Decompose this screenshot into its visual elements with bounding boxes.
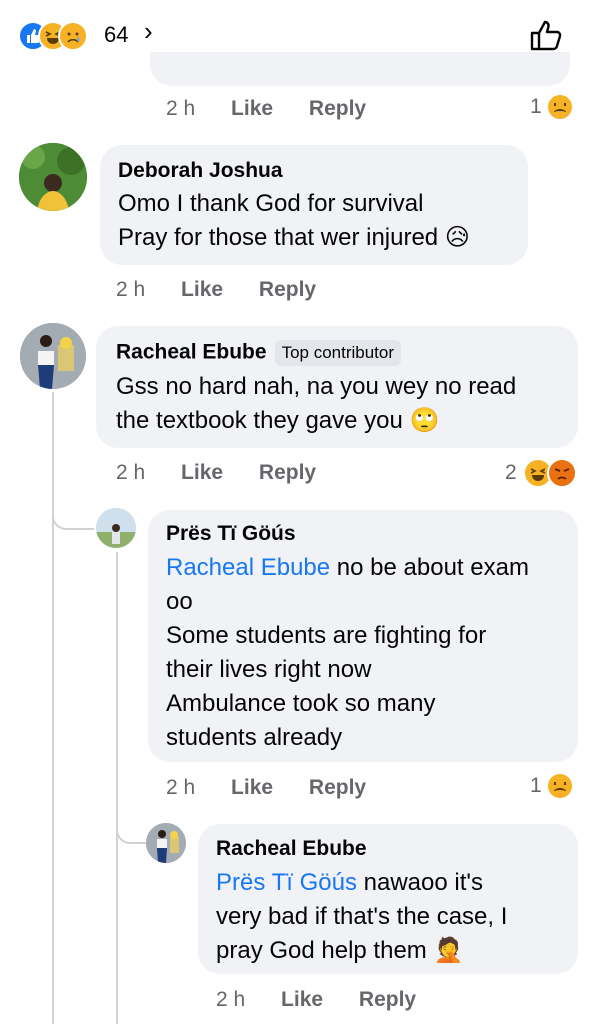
comment-line: Pray for those that wer injured 😥	[118, 224, 470, 251]
comment-time: 2 h	[116, 461, 146, 484]
comment-line: Some students are fighting for	[166, 622, 487, 649]
comment-line: the textbook they gave you 🙄	[116, 407, 440, 434]
comment-actions: 2 h Like Reply	[166, 776, 396, 800]
comment-reaction-summary[interactable]: 1	[530, 95, 572, 120]
sad-reaction-icon	[547, 95, 572, 120]
mention-link[interactable]: Prës Tï Göús	[216, 869, 357, 896]
like-button[interactable]: Like	[231, 776, 273, 799]
comment-line: no be about exam	[330, 554, 529, 581]
reply-button[interactable]: Reply	[359, 988, 416, 1011]
comment-actions: 2 h Like Reply	[116, 278, 346, 302]
avatar[interactable]	[146, 823, 186, 863]
comment-line: pray God help them 🤦	[216, 937, 464, 964]
reaction-icons[interactable]	[18, 21, 104, 51]
comment-time: 2 h	[166, 97, 196, 120]
reply-button[interactable]: Reply	[259, 278, 316, 301]
thread-line	[116, 552, 118, 1024]
comment-author[interactable]: Prës Tï Göús	[166, 522, 296, 546]
comment-line: students already	[166, 724, 343, 751]
comment-line: Omo I thank God for survival	[118, 190, 424, 217]
reaction-count: 1	[530, 774, 542, 797]
comment-first-line: Prës Tï Göús nawaoo it's	[216, 866, 507, 900]
comment-author[interactable]: Racheal Ebube	[116, 341, 267, 364]
comment-text: Racheal Ebube no be about exam oo Some s…	[166, 551, 529, 755]
reply-button[interactable]: Reply	[259, 461, 316, 484]
avatar[interactable]	[20, 323, 86, 389]
comment-text: Prës Tï Göús nawaoo it's very bad if tha…	[216, 866, 507, 968]
reply-connector	[52, 500, 94, 530]
comment-time: 2 h	[216, 988, 246, 1011]
mention-link[interactable]: Racheal Ebube	[166, 554, 330, 581]
top-contributor-badge: Top contributor	[274, 340, 402, 366]
reaction-count: 2	[505, 461, 517, 484]
like-button[interactable]: Like	[231, 97, 273, 120]
comment-line: nawaoo it's	[356, 869, 483, 896]
comment-actions: 2 h Like Reply	[116, 461, 346, 485]
chevron-right-icon[interactable]: ›	[144, 16, 153, 47]
comment-author-row: Racheal Ebube Top contributor	[116, 340, 402, 366]
comment-time: 2 h	[166, 776, 196, 799]
comment-line: oo	[166, 588, 193, 615]
reaction-count: 1	[530, 95, 542, 118]
comment-line: very bad if that's the case, I	[216, 903, 508, 930]
reply-connector	[116, 810, 148, 844]
previous-comment-bubble	[150, 52, 570, 86]
comment-author[interactable]: Racheal Ebube	[216, 837, 367, 861]
comment-bubble: Racheal Ebube Top contributor Gss no hard…	[96, 326, 578, 448]
comment-text: Gss no hard nah, na you wey no read the …	[116, 370, 516, 438]
comment-reaction-summary[interactable]: 1	[530, 774, 572, 799]
comment-first-line: Racheal Ebube no be about exam	[166, 551, 529, 585]
reply-button[interactable]: Reply	[309, 97, 366, 120]
comment-text: Omo I thank God for survival Pray for th…	[118, 187, 470, 255]
avatar[interactable]	[19, 143, 87, 211]
comment-reaction-summary[interactable]: 2	[505, 458, 581, 488]
like-button[interactable]: Like	[181, 461, 223, 484]
comment-bubble: Deborah Joshua Omo I thank God for survi…	[100, 145, 528, 265]
comment-line: their lives right now	[166, 656, 372, 683]
comment-actions: 2 h Like Reply	[166, 97, 396, 121]
thumbs-up-icon[interactable]	[529, 18, 567, 54]
reaction-count[interactable]: 64	[104, 22, 128, 48]
thread-line	[52, 392, 54, 1024]
comment-line: Ambulance took so many	[166, 690, 436, 717]
avatar[interactable]	[96, 508, 136, 548]
sad-reaction-icon	[58, 21, 88, 51]
comment-bubble: Racheal Ebube Prës Tï Göús nawaoo it's v…	[198, 824, 578, 974]
reply-button[interactable]: Reply	[309, 776, 366, 799]
comment-author[interactable]: Deborah Joshua	[118, 159, 283, 183]
comment-line: Gss no hard nah, na you wey no read	[116, 373, 517, 400]
comment-actions: 2 h Like Reply	[216, 988, 446, 1012]
like-button[interactable]: Like	[181, 278, 223, 301]
like-button[interactable]: Like	[281, 988, 323, 1011]
comment-bubble: Prës Tï Göús Racheal Ebube no be about e…	[148, 510, 578, 762]
comment-time: 2 h	[116, 278, 146, 301]
sad-reaction-icon	[547, 774, 572, 799]
angry-reaction-icon	[547, 458, 577, 488]
